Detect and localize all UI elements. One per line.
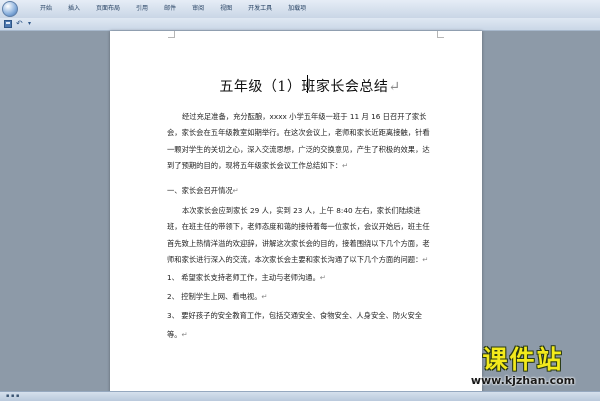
list-item-text: 3、 要好孩子的安全教育工作，包括交通安全、食物安全、人身安全、防火安全等。 <box>167 311 423 340</box>
ribbon-bar: 开始 插入 页面布局 引用 邮件 审阅 视图 开发工具 加载项 <box>0 0 600 19</box>
list-item: 2、 控制学生上网、看电视。↵ <box>167 287 432 306</box>
tab-references[interactable]: 引用 <box>128 0 156 18</box>
site-watermark: 课件站 www.kjzhan.com <box>448 346 598 392</box>
tab-mailings[interactable]: 邮件 <box>156 0 184 18</box>
list-item-text: 2、 控制学生上网、看电视。 <box>167 292 262 302</box>
tab-view[interactable]: 视图 <box>212 0 240 18</box>
tab-insert[interactable]: 插入 <box>60 0 88 18</box>
document-page[interactable]: 五年级（1）班家长会总结↵ 经过充足准备，充分酝酿，xxxx 小学五年级一班于 … <box>110 31 482 400</box>
margin-corner-mark <box>168 31 175 38</box>
attendance-paragraph: 本次家长会应到家长 29 人，实到 23 人，上午 8:40 左右，家长们陆续进… <box>167 203 432 268</box>
paragraph-mark: ↵ <box>232 186 239 196</box>
tab-home[interactable]: 开始 <box>32 0 60 18</box>
attendance-text: 本次家长会应到家长 29 人，实到 23 人，上午 8:40 左右，家长们陆续进… <box>167 206 430 265</box>
section-heading-text: 一、家长会召开情况 <box>167 186 233 196</box>
paragraph-mark: ↵ <box>342 160 349 170</box>
tab-page-layout[interactable]: 页面布局 <box>88 0 128 18</box>
intro-text: 经过充足准备，充分酝酿，xxxx 小学五年级一班于 11 月 16 日召开了家长… <box>167 112 430 170</box>
dropdown-icon[interactable]: ▾ <box>28 20 36 28</box>
undo-icon[interactable]: ↶ <box>16 20 24 28</box>
quick-access-toolbar: ↶ ▾ <box>0 18 600 31</box>
paragraph-mark: ↵ <box>422 255 429 265</box>
tab-developer[interactable]: 开发工具 <box>240 0 280 18</box>
list-item: 3、 要好孩子的安全教育工作，包括交通安全、食物安全、人身安全、防火安全等。↵ <box>167 306 432 344</box>
document-workspace: 五年级（1）班家长会总结↵ 经过充足准备，充分酝酿，xxxx 小学五年级一班于 … <box>0 31 600 400</box>
paragraph-mark: ↵ <box>319 273 327 283</box>
tab-add-ins[interactable]: 加载项 <box>280 0 314 18</box>
save-icon[interactable] <box>4 20 12 28</box>
paragraph-mark: ↵ <box>181 330 188 340</box>
office-button-icon[interactable] <box>2 1 18 17</box>
list-item-text: 1、 希望家长支持老师工作，主动与老师沟通。 <box>167 273 320 283</box>
paragraph-mark: ↵ <box>388 79 401 95</box>
title-text: 五年级（1）班家长会总结 <box>219 79 389 95</box>
list-item: 1、 希望家长支持老师工作，主动与老师沟通。↵ <box>167 268 432 287</box>
section-heading: 一、家长会召开情况↵ <box>167 183 432 199</box>
paragraph-mark: ↵ <box>261 292 268 302</box>
tab-review[interactable]: 审阅 <box>184 0 212 18</box>
margin-corner-mark <box>437 31 444 38</box>
watermark-url: www.kjzhan.com <box>470 374 576 387</box>
watermark-logo-text: 课件站 <box>482 345 564 374</box>
document-body: 经过充足准备，充分酝酿，xxxx 小学五年级一班于 11 月 16 日召开了家长… <box>167 109 432 344</box>
intro-paragraph: 经过充足准备，充分酝酿，xxxx 小学五年级一班于 11 月 16 日召开了家长… <box>167 109 432 174</box>
ribbon-tabs: 开始 插入 页面布局 引用 邮件 审阅 视图 开发工具 加载项 <box>32 0 314 18</box>
document-title: 五年级（1）班家长会总结↵ <box>200 76 420 96</box>
